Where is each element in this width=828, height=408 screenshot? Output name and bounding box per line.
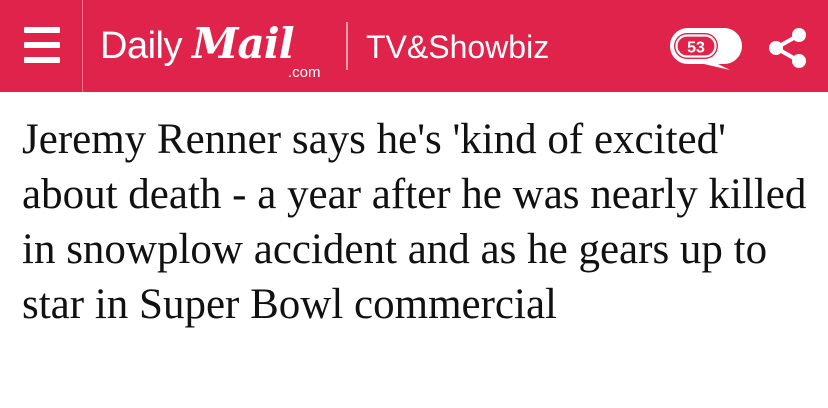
comment-bubble-icon: 53 [670, 28, 742, 70]
logo-mail-text: Mail [192, 19, 295, 68]
header-divider [82, 0, 83, 92]
daily-mail-logo[interactable]: Daily Mail .com [100, 19, 330, 82]
comment-count: 53 [687, 40, 705, 57]
article: Jeremy Renner says he's 'kind of excited… [22, 112, 812, 332]
section-divider [346, 22, 348, 70]
site-header: Daily Mail .com TV&Showbiz 53 [0, 0, 828, 92]
share-button[interactable] [764, 24, 812, 72]
menu-button[interactable] [0, 0, 82, 92]
comments-button[interactable]: 53 [668, 24, 748, 72]
section-title[interactable]: TV&Showbiz [366, 28, 549, 66]
menu-icon-bar [24, 57, 60, 63]
menu-icon [24, 27, 60, 33]
logo-daily-text: Daily [100, 25, 182, 67]
menu-icon-bar [24, 42, 60, 48]
share-icon [769, 28, 806, 68]
article-headline[interactable]: Jeremy Renner says he's 'kind of excited… [22, 112, 812, 332]
logo-domain-text: .com [288, 64, 321, 81]
